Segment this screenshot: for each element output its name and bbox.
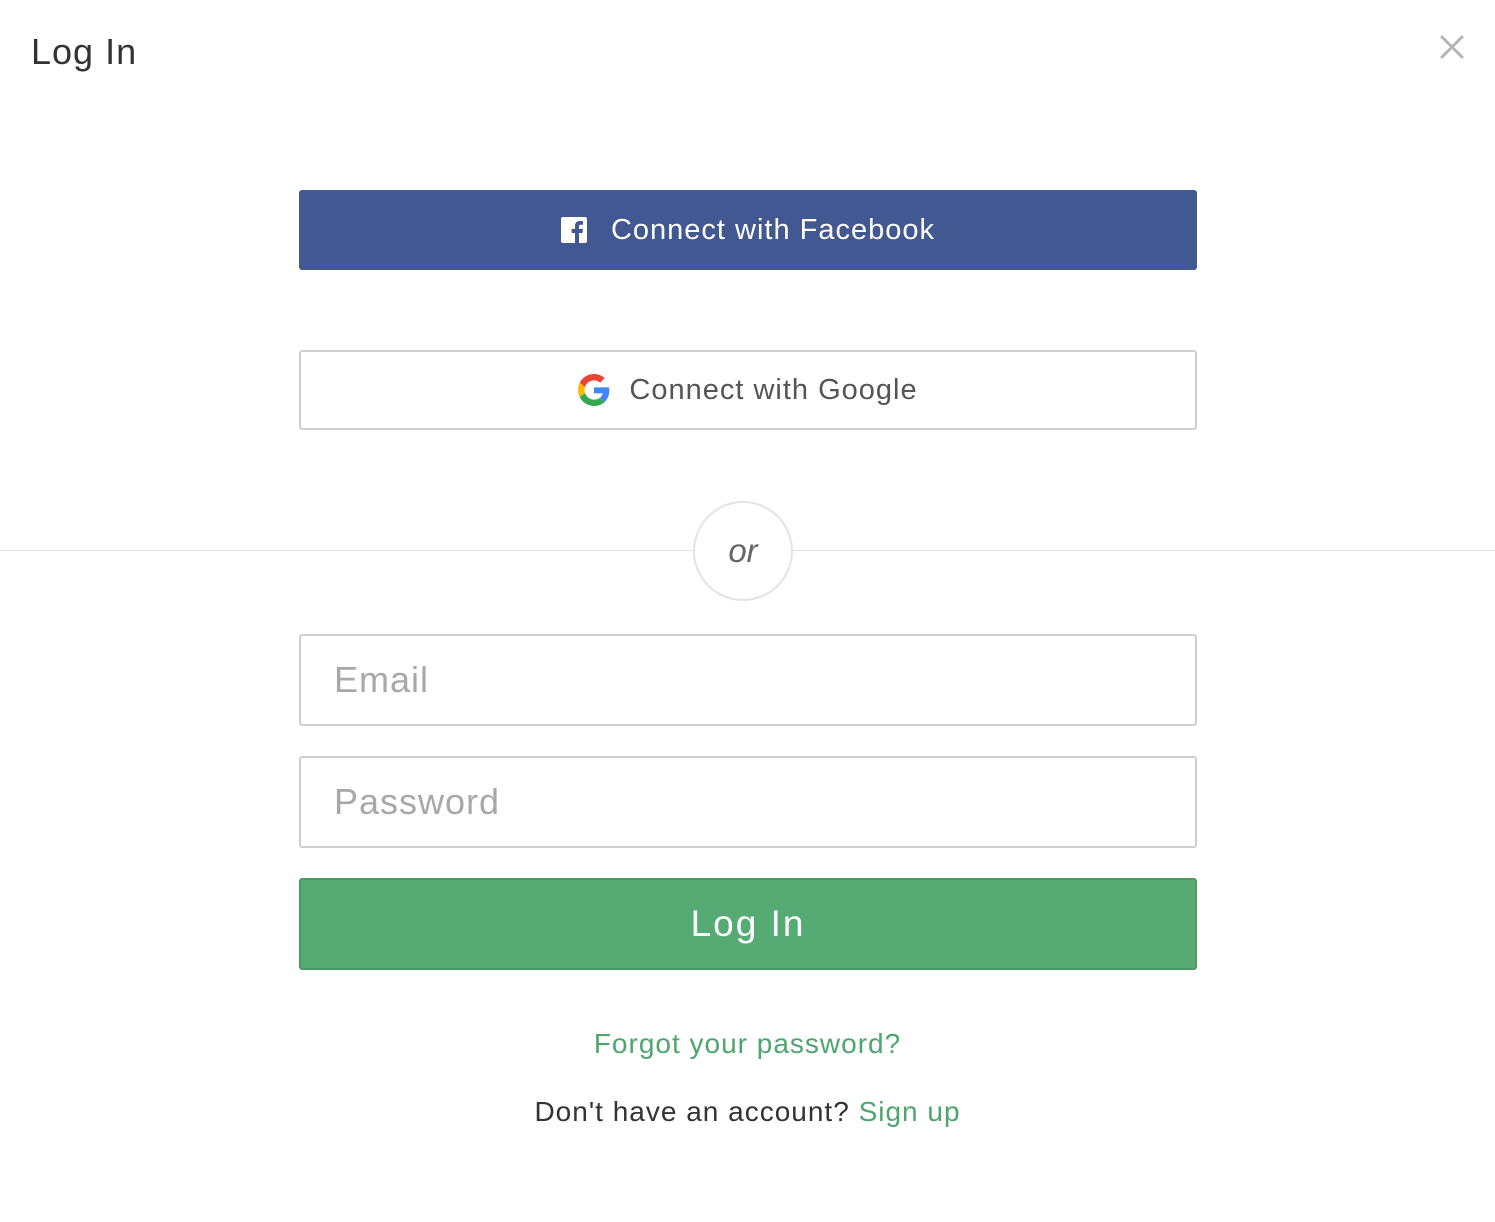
connect-google-button[interactable]: Connect with Google (299, 350, 1197, 430)
dialog-title: Log In (31, 31, 138, 72)
close-button[interactable] (1432, 28, 1472, 68)
google-icon (578, 374, 610, 406)
or-divider: or (693, 501, 793, 601)
no-account-text: Don't have an account? (534, 1096, 850, 1127)
email-field[interactable] (299, 634, 1197, 726)
facebook-icon (560, 217, 587, 243)
forgot-password-link[interactable]: Forgot your password? (0, 1024, 1495, 1064)
close-icon (1440, 35, 1464, 59)
connect-google-label: Connect with Google (629, 373, 918, 406)
signup-prompt: Don't have an account? Sign up (0, 1092, 1495, 1132)
connect-facebook-button[interactable]: Connect with Facebook (299, 190, 1197, 270)
sign-up-link[interactable]: Sign up (859, 1096, 961, 1127)
login-button[interactable]: Log In (299, 878, 1197, 970)
or-label: or (728, 532, 758, 569)
password-field[interactable] (299, 756, 1197, 848)
login-button-label: Log In (690, 903, 806, 944)
connect-facebook-label: Connect with Facebook (610, 213, 936, 246)
